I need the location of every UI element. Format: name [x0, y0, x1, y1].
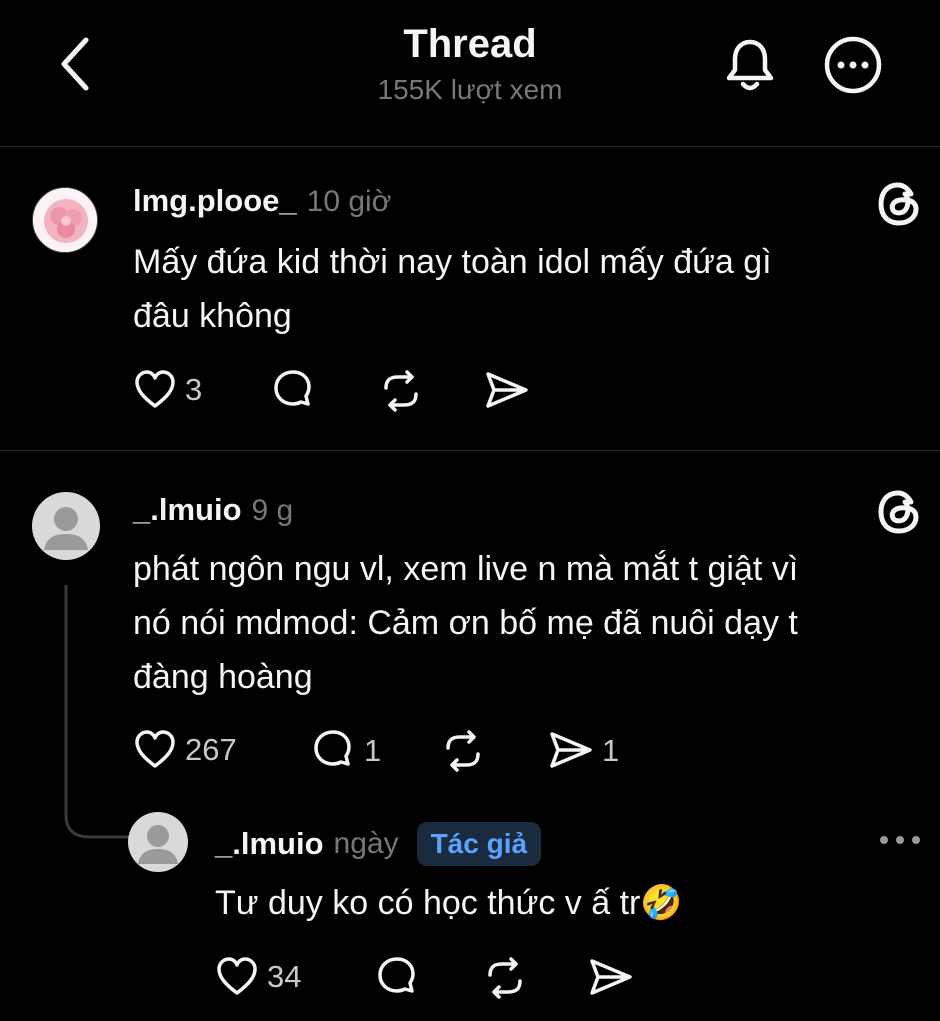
repost-icon	[384, 370, 418, 412]
bell-icon	[726, 39, 774, 91]
more-circle-icon	[824, 36, 882, 94]
send-icon	[486, 372, 528, 408]
repost-icon	[488, 957, 522, 999]
post-text: phát ngôn ngu vl, xem live n mà mắt t gi…	[133, 542, 913, 704]
threads-logo-icon[interactable]	[876, 180, 922, 228]
like-count: 3	[185, 372, 203, 407]
avatar[interactable]	[32, 492, 100, 560]
comment-icon	[314, 730, 351, 766]
post-text-line: nó nói mdmod: Cảm ơn bố mẹ đã nuôi dạy t	[133, 604, 798, 642]
reply-button[interactable]: 1	[310, 728, 381, 774]
page-title: Thread	[403, 22, 537, 66]
like-button[interactable]: 3	[133, 368, 202, 412]
post-time: 10 giờ	[306, 185, 392, 218]
heart-icon	[135, 370, 175, 408]
notification-button[interactable]	[720, 34, 780, 94]
view-count: 155K lượt xem	[377, 74, 563, 105]
send-icon	[590, 959, 632, 995]
username-text[interactable]: lmg.plooe_	[133, 183, 297, 218]
like-count: 267	[185, 732, 237, 767]
reply-button[interactable]	[374, 955, 420, 1001]
post-username[interactable]: lmg.plooe_ 10 giờ	[133, 183, 391, 219]
send-icon	[550, 732, 592, 768]
more-horizontal-icon	[880, 836, 920, 844]
reply-text: Tư duy ko có học thức v ấ tr🤣	[215, 884, 683, 922]
repost-button[interactable]	[482, 955, 528, 1001]
like-count: 34	[267, 959, 302, 994]
repost-icon	[446, 730, 480, 772]
heart-icon	[217, 957, 257, 995]
reply-time: ngày	[333, 827, 399, 860]
repost-button[interactable]	[378, 368, 424, 414]
more-options-button[interactable]	[822, 34, 884, 96]
post-text-line: đâu không	[133, 297, 292, 335]
reply-button[interactable]	[270, 368, 316, 414]
like-button[interactable]: 34	[215, 955, 301, 999]
default-avatar-icon	[44, 507, 88, 550]
post-text: Mấy đứa kid thời nay toàn idol mấy đứa g…	[133, 235, 913, 343]
post-text-line: phát ngôn ngu vl, xem live n mà mắt t gi…	[133, 550, 799, 588]
username-text[interactable]: _.lmuio	[133, 492, 242, 527]
comment-icon	[378, 957, 415, 993]
more-options-button[interactable]	[878, 830, 922, 850]
post-time: 9 g	[251, 494, 294, 527]
comment-icon	[274, 370, 311, 406]
username-text[interactable]: _.lmuio	[215, 826, 324, 862]
repost-button[interactable]	[440, 728, 486, 774]
share-button[interactable]: 1	[548, 728, 619, 774]
share-button[interactable]	[484, 368, 530, 414]
author-badge: Tác giả	[416, 822, 542, 866]
reply-username[interactable]: _.lmuio ngày Tác giả	[215, 822, 542, 866]
avatar[interactable]	[128, 812, 188, 872]
post-text-line: đàng hoàng	[133, 658, 313, 696]
thread-connector-line	[64, 585, 132, 839]
share-count: 1	[602, 733, 620, 768]
like-button[interactable]: 267	[133, 728, 237, 772]
post-text-line: Mấy đứa kid thời nay toàn idol mấy đứa g…	[133, 243, 772, 281]
avatar[interactable]	[32, 187, 98, 253]
post-divider	[0, 450, 940, 451]
threads-logo-icon[interactable]	[876, 488, 922, 536]
header-divider	[0, 146, 940, 147]
default-avatar-icon	[138, 825, 178, 864]
reply-count: 1	[364, 733, 382, 768]
flower-avatar-image	[33, 188, 97, 252]
share-button[interactable]	[588, 955, 634, 1001]
post-username[interactable]: _.lmuio 9 g	[133, 492, 293, 528]
